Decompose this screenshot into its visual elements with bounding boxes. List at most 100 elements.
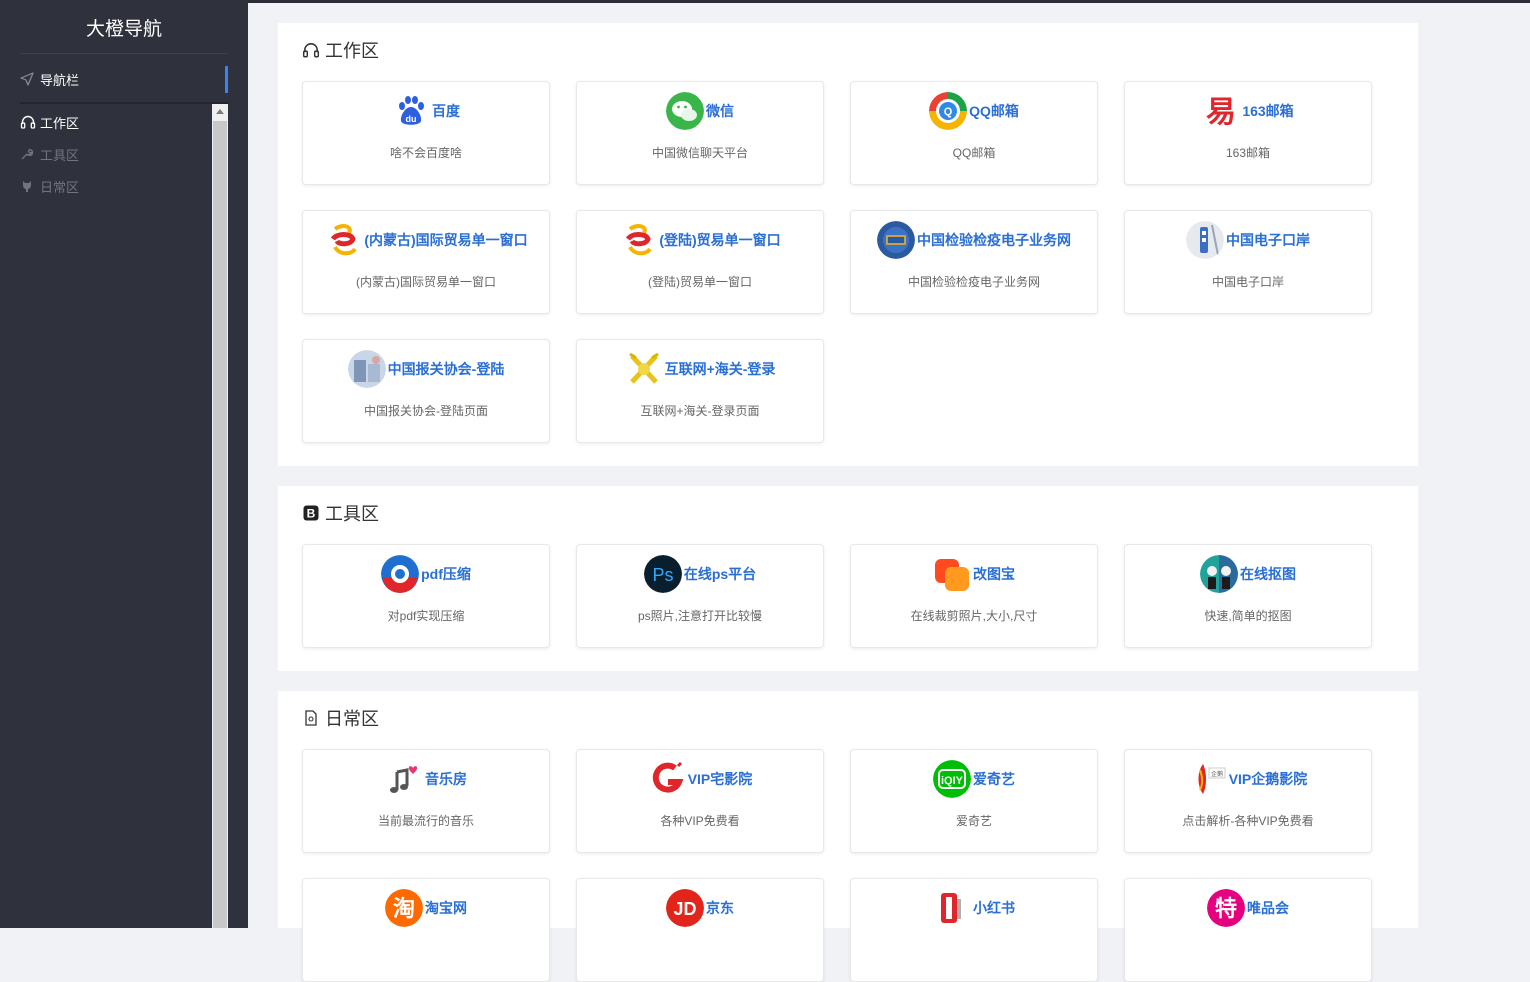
section-work: 工作区 du 百度 啥不会百度啥 微信 中国微信聊天平台 Q QQ邮箱 QQ邮箱…: [278, 23, 1418, 466]
netease-163-logo: 易: [1202, 92, 1240, 130]
site-card-customs-association[interactable]: 中国报关协会-登陆 中国报关协会-登陆页面: [302, 339, 550, 443]
card-desc: 当前最流行的音乐: [377, 814, 474, 828]
section-title: 工作区: [302, 37, 379, 63]
card-title: QQ邮箱: [969, 103, 1019, 119]
svg-text:JD: JD: [673, 899, 696, 919]
divider: [20, 53, 228, 54]
site-card-penguin-cinema[interactable]: 企鹅 VIP企鹅影院 点击解析-各种VIP免费看: [1124, 749, 1372, 853]
sidebar-item-work[interactable]: 工作区: [20, 110, 79, 134]
card-desc: (登陆)贸易单一窗口: [648, 275, 752, 289]
card-title: 微信: [706, 103, 734, 119]
nav-header[interactable]: 导航栏: [20, 64, 228, 94]
site-card-gaitubao[interactable]: 改图宝 在线裁剪照片,大小,尺寸: [850, 544, 1098, 648]
card-desc: 互联网+海关-登录页面: [640, 404, 760, 418]
card-desc: 快速,简单的抠图: [1204, 609, 1292, 623]
card-title: 中国报关协会-登陆: [387, 361, 505, 377]
svg-text:淘: 淘: [393, 896, 415, 922]
customs-assoc-logo: [347, 350, 386, 388]
headset-icon: [302, 41, 320, 59]
svg-text:Q: Q: [944, 106, 953, 118]
svg-text:du: du: [406, 114, 417, 124]
site-card-online-ps[interactable]: Ps 在线ps平台 ps照片,注意打开比较慢: [576, 544, 824, 648]
card-title: VIP企鹅影院: [1228, 771, 1308, 787]
svg-text:B: B: [307, 507, 316, 521]
site-card-163-mail[interactable]: 易 163邮箱 163邮箱: [1124, 81, 1372, 185]
sidebar-item-label: 日常区: [40, 179, 80, 195]
card-desc: (内蒙古)国际贸易单一窗口: [356, 275, 496, 289]
site-card-chinaport[interactable]: 中国电子口岸 中国电子口岸: [1124, 210, 1372, 314]
card-desc: 中国检验检疫电子业务网: [907, 275, 1040, 289]
card-title: 淘宝网: [425, 900, 467, 916]
section-title-text: 工作区: [325, 41, 379, 61]
gaitubao-logo: [933, 555, 971, 593]
site-card-internet-customs[interactable]: 互联网+海关-登录 互联网+海关-登录页面: [576, 339, 824, 443]
site-card-vip-cinema[interactable]: VIP宅影院 各种VIP免费看: [576, 749, 824, 853]
card-desc: 在线裁剪照片,大小,尺寸: [910, 609, 1038, 623]
card-title: 京东: [706, 900, 734, 916]
vipshop-logo: 特: [1207, 889, 1245, 927]
svg-text:易: 易: [1206, 95, 1236, 130]
penguin-cinema-logo: 企鹅: [1189, 760, 1227, 798]
site-card-taobao[interactable]: 淘 淘宝网: [302, 878, 550, 982]
card-desc: 点击解析-各种VIP免费看: [1182, 814, 1314, 828]
site-card-music[interactable]: 音乐房 当前最流行的音乐: [302, 749, 550, 853]
site-card-jd[interactable]: JD 京东: [576, 878, 824, 982]
b-square-icon: B: [302, 504, 320, 522]
site-card-login-single-window[interactable]: (登陆)贸易单一窗口 (登陆)贸易单一窗口: [576, 210, 824, 314]
site-card-wechat[interactable]: 微信 中国微信聊天平台: [576, 81, 824, 185]
card-desc: ps照片,注意打开比较慢: [637, 609, 762, 623]
cutout-logo: [1200, 555, 1238, 593]
card-title: (内蒙古)国际贸易单一窗口: [364, 232, 528, 248]
section-daily: 日常区 音乐房 当前最流行的音乐 VIP宅影院 各种VIP免费看 iQIY 爱奇…: [278, 691, 1418, 982]
svg-text:Ps: Ps: [652, 565, 673, 585]
chinaport-logo: [1186, 221, 1224, 259]
sidebar: 大橙导航 导航栏 工作区 工具区 日常区: [0, 0, 248, 928]
pdf-compress-logo: [381, 555, 420, 593]
card-title: 中国电子口岸: [1226, 232, 1310, 248]
xiaohongshu-logo: [933, 889, 971, 927]
nav-header-label: 导航栏: [40, 72, 80, 88]
iqiyi-logo: iQIY: [933, 760, 971, 798]
card-title: (登陆)贸易单一窗口: [659, 232, 781, 248]
sidebar-item-label: 工具区: [40, 147, 80, 163]
card-desc: 对pdf实现压缩: [387, 609, 465, 623]
photoshop-logo: Ps: [643, 555, 682, 593]
site-card-vipshop[interactable]: 特 唯品会: [1124, 878, 1372, 982]
single-window-logo: [324, 221, 362, 259]
site-card-baidu[interactable]: du 百度 啥不会百度啥: [302, 81, 550, 185]
document-icon: [302, 709, 320, 727]
site-card-ciq[interactable]: 中国检验检疫电子业务网 中国检验检疫电子业务网: [850, 210, 1098, 314]
github-icon: [20, 178, 38, 194]
site-card-pdf-compress[interactable]: pdf压缩 对pdf实现压缩: [302, 544, 550, 648]
active-indicator: [225, 66, 228, 93]
card-title: 中国检验检疫电子业务网: [917, 232, 1071, 248]
sidebar-item-daily[interactable]: 日常区: [20, 174, 79, 198]
site-card-cutout[interactable]: 在线抠图 快速,简单的抠图: [1124, 544, 1372, 648]
card-desc: 中国电子口岸: [1211, 275, 1284, 289]
navigation-arrow-icon: [20, 72, 38, 86]
svg-text:iQIY: iQIY: [941, 775, 964, 787]
headset-icon: [20, 114, 38, 130]
taobao-logo: 淘: [385, 889, 423, 927]
card-title: VIP宅影院: [687, 771, 753, 787]
site-title[interactable]: 大橙导航: [0, 14, 248, 41]
music-logo: [385, 760, 423, 798]
sidebar-scrollbar[interactable]: [212, 104, 228, 928]
section-tools: B 工具区 pdf压缩 对pdf实现压缩 Ps 在线ps平台 ps照片,注意打开…: [278, 486, 1418, 671]
site-card-qq-mail[interactable]: Q QQ邮箱 QQ邮箱: [850, 81, 1098, 185]
scroll-up-arrow[interactable]: [216, 109, 224, 114]
card-desc: 爱奇艺: [955, 814, 992, 828]
card-title: pdf压缩: [421, 566, 471, 582]
scroll-thumb[interactable]: [213, 121, 227, 928]
site-card-nmg-single-window[interactable]: (内蒙古)国际贸易单一窗口 (内蒙古)国际贸易单一窗口: [302, 210, 550, 314]
card-title: 在线抠图: [1240, 566, 1296, 582]
ciq-logo: [877, 221, 915, 259]
sidebar-item-tools[interactable]: 工具区: [20, 142, 79, 166]
card-title: 小红书: [973, 900, 1015, 916]
card-title: 百度: [432, 103, 460, 119]
vip-cinema-logo: [648, 760, 686, 798]
site-card-xiaohongshu[interactable]: 小红书: [850, 878, 1098, 982]
svg-text:特: 特: [1215, 896, 1237, 922]
site-card-iqiyi[interactable]: iQIY 爱奇艺 爱奇艺: [850, 749, 1098, 853]
card-title: 互联网+海关-登录: [664, 361, 776, 377]
